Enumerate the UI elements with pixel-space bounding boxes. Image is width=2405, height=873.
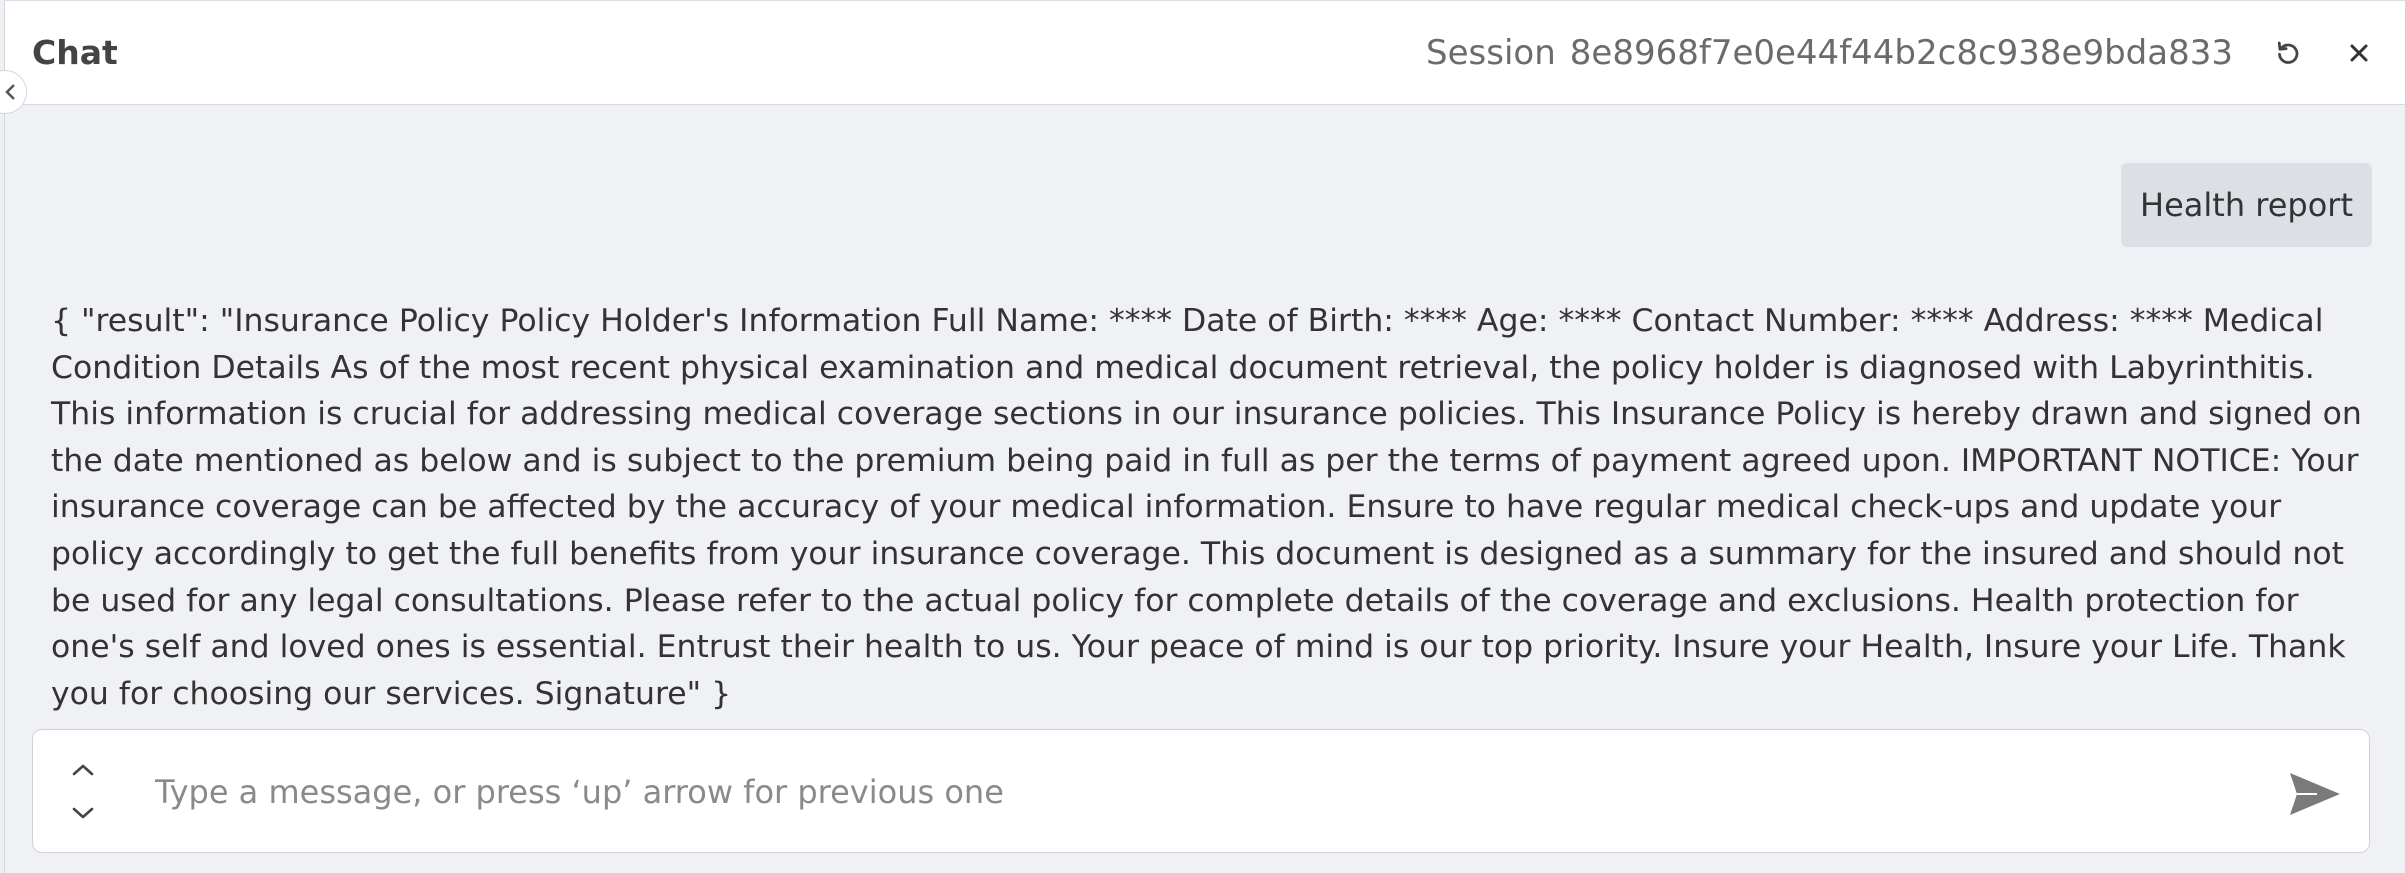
chevron-up-icon (72, 764, 94, 776)
reset-icon (2277, 41, 2299, 64)
chat-header: Chat Session 8e8968f7e0e44f44b2c8c938e9bd… (5, 0, 2405, 105)
session-id: 8e8968f7e0e44f44b2c8c938e9bda833 (1569, 33, 2233, 73)
close-icon (2350, 44, 2368, 62)
assistant-message: { "result": "Insurance Policy Policy Hol… (51, 303, 2362, 712)
history-previous-button[interactable] (69, 756, 97, 784)
chevron-down-icon (72, 807, 94, 819)
message-input[interactable] (153, 756, 2207, 828)
send-icon (2290, 773, 2340, 815)
chat-panel: Chat Session 8e8968f7e0e44f44b2c8c938e9bd… (0, 0, 2405, 873)
session-info: Session 8e8968f7e0e44f44b2c8c938e9bda833 (1426, 31, 2233, 75)
send-button[interactable] (2285, 768, 2345, 820)
session-label: Session (1426, 33, 1556, 73)
chevron-left-icon (5, 84, 15, 100)
chat-title: Chat (32, 33, 118, 72)
message-composer (32, 729, 2370, 853)
close-chat-button[interactable] (2337, 31, 2381, 75)
reset-session-button[interactable] (2266, 31, 2310, 75)
history-next-button[interactable] (69, 799, 97, 827)
user-message: Health report (2121, 163, 2372, 247)
